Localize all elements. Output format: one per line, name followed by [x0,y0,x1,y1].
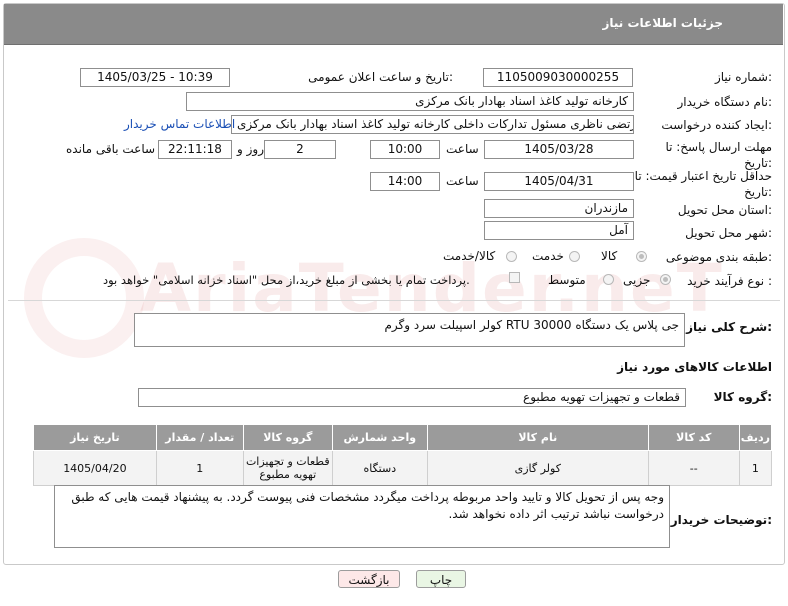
city-label: شهر محل تحویل: [685,226,772,240]
announce-field: 1405/03/25 - 10:39 [80,68,230,87]
reply-days-label: روز و [237,142,264,156]
col-code: کد کالا [647,424,740,451]
cell-name: کولر گازی [426,450,649,486]
process-label: نوع فرآیند خرید : [687,274,772,288]
remaining-time-label: ساعت باقی مانده [66,142,156,156]
requester-label: ایجاد کننده درخواست: [661,118,772,132]
requester-field: مرتضی ناظری مسئول تدارکات داخلی کارخانه … [231,115,634,134]
cell-group: قطعات و تجهیزات تهویه مطبوع [242,450,333,486]
buyer-org-label: نام دستگاه خریدار: [677,95,773,109]
category-option-goods: کالا [601,249,618,263]
price-validity-time-label: ساعت [446,174,479,188]
goods-group-label: گروه کالا: [713,390,772,404]
buyer-notes-label: توضیحات خریدار: [670,513,772,527]
province-label: استان محل تحویل: [677,203,772,217]
back-button[interactable]: بازگشت [338,570,400,588]
process-radio-medium[interactable] [603,274,614,285]
col-row: ردیف [738,424,773,451]
watermark-logo [24,238,144,358]
cell-quantity: 1 [155,450,244,486]
reply-date-field: 1405/03/28 [484,140,634,159]
cell-code: -- [647,450,740,486]
description-field: کولر اسپیلت سرد وگرم RTU 30000 جی پلاس ی… [134,313,685,347]
category-radio-service[interactable] [569,251,580,262]
title-bar: جزئیات اطلاعات نیاز [4,4,783,45]
col-group: گروه کالا [242,424,333,451]
remaining-time-field: 22:11:18 [158,140,232,159]
cell-row: 1 [738,450,773,486]
category-option-service: خدمت [532,249,564,263]
goods-table: ردیف کد کالا نام کالا واحد شمارش گروه کا… [33,424,773,486]
goods-group-field: قطعات و تجهیزات تهویه مطبوع [138,388,686,407]
description-label: شرح کلی نیاز: [686,320,772,334]
reply-time-label: ساعت [446,142,479,156]
need-number-label: شماره نیاز: [714,70,772,84]
price-validity-label: حداقل تاریخ اعتبار قیمت: تا تاریخ: [634,169,772,199]
cell-need-date: 1405/04/20 [33,450,157,486]
treasury-note: پرداخت تمام یا بخشی از مبلغ خرید،از محل … [103,273,470,287]
divider [8,300,780,301]
buyer-org-field: کارخانه تولید کاغذ اسناد بهادار بانک مرک… [186,92,634,111]
price-validity-date-field: 1405/04/31 [484,172,634,191]
reply-days-field: 2 [264,140,336,159]
reply-time-field: 10:00 [370,140,440,159]
col-need-date: تاریخ نیاز [33,424,157,451]
table-row: 1 -- کولر گازی دستگاه قطعات و تجهیزات ته… [33,450,773,486]
process-option-medium: متوسط [548,273,586,287]
reply-deadline-label: مهلت ارسال پاسخ: تا تاریخ: [665,140,772,170]
category-radio-goods[interactable] [636,251,647,262]
process-radio-partial[interactable] [660,274,671,285]
goods-section-title: اطلاعات کالاهای مورد نیاز [617,360,772,374]
category-radio-both[interactable] [506,251,517,262]
cell-unit: دستگاه [331,450,428,486]
col-quantity: تعداد / مقدار [155,424,244,451]
category-label: طبقه بندی موضوعی: [665,250,772,264]
announce-label: تاریخ و ساعت اعلان عمومی: [308,70,453,84]
price-validity-time-field: 14:00 [370,172,440,191]
province-field: مازندران [484,199,634,218]
page-title: جزئیات اطلاعات نیاز [602,16,723,30]
city-field: آمل [484,221,634,240]
treasury-checkbox[interactable] [509,272,520,283]
need-number-field: 1105009030000255 [483,68,633,87]
process-option-partial: جزیی [623,273,651,287]
category-option-both: کالا/خدمت [443,249,496,263]
col-name: نام کالا [426,424,649,451]
col-unit: واحد شمارش [331,424,428,451]
buyer-notes-field: وجه پس از تحویل کالا و تایید واحد مربوطه… [54,485,670,548]
buyer-contact-link[interactable]: اطلاعات تماس خریدار [124,117,235,131]
print-button[interactable]: چاپ [416,570,466,588]
table-header-row: ردیف کد کالا نام کالا واحد شمارش گروه کا… [33,424,773,451]
